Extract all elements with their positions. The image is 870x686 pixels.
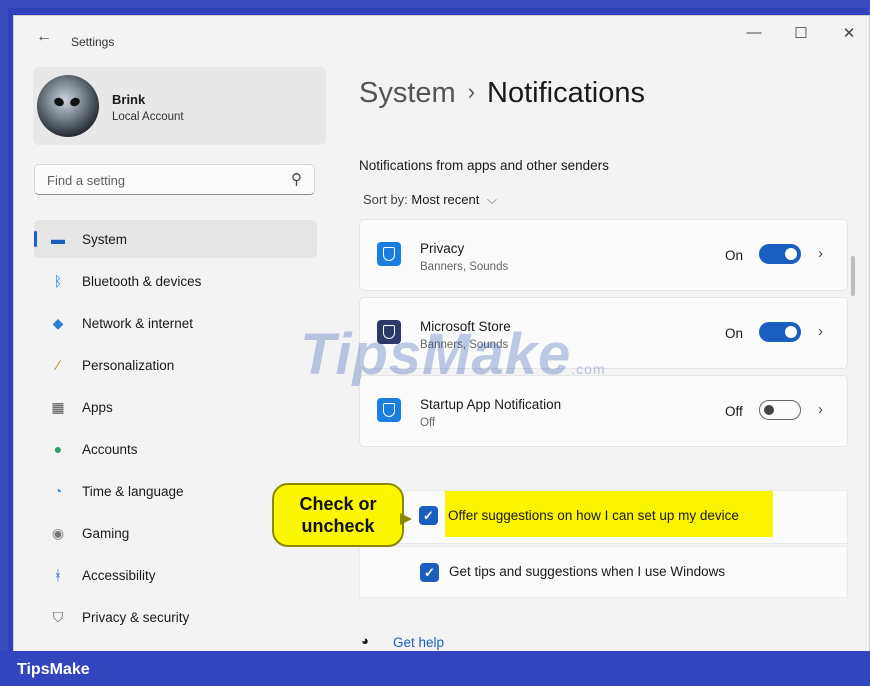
breadcrumb-parent[interactable]: System [359,77,456,109]
get-help-label: Get help [393,635,445,650]
chevron-down-icon: ⌵ [486,192,497,207]
offer-suggestions-checkbox[interactable]: ✓ [419,506,438,525]
search-placeholder: Find a setting [47,173,126,188]
app-name: Startup App Notification [420,397,562,412]
privacy-shield-icon [377,242,401,266]
sidebar-item-accessibility[interactable]: ᚼ Accessibility [34,556,317,598]
sort-value: Most recent [411,192,480,207]
watermark-suffix: .com [571,361,606,377]
toggle-state-label: On [725,248,744,263]
sidebar-item-network-internet[interactable]: ◆ Network & internet [34,304,317,346]
bluetooth-icon: ᛒ [53,273,63,289]
brush-icon: ∕ [56,357,60,373]
notification-toggle[interactable] [759,244,801,264]
sidebar-item-label: Accounts [82,442,138,457]
toggle-state-label: Off [725,404,743,419]
settings-window: ← Settings — ☐ ✕ Brink Local Account Fin… [13,15,870,653]
search-input[interactable]: Find a setting ⚲ [34,164,315,195]
chevron-right-icon[interactable]: › [818,245,823,262]
callout-bubble: Check or uncheck [272,483,404,547]
account-card[interactable]: Brink Local Account [33,67,326,145]
toggle-state-label: On [725,326,744,341]
callout-line-1: Check or [299,494,377,514]
callout-line-2: uncheck [301,516,375,536]
gaming-icon: ◉ [51,525,65,541]
sort-label: Sort by: [363,192,408,207]
shield-icon: ⛉ [52,609,64,625]
breadcrumb: System › Notifications [359,77,645,110]
apps-icon: ▦ [51,399,65,415]
sidebar-item-label: Personalization [82,358,175,373]
sidebar-item-label: Bluetooth & devices [82,274,202,289]
scrollbar[interactable] [851,256,855,296]
sidebar-item-accounts[interactable]: ● Accounts [34,430,317,472]
offer-suggestions-label: Offer suggestions on how I can set up my… [448,508,739,523]
footer-brand: TipsMake [17,661,90,678]
selected-highlight [34,220,317,258]
footer-banner: TipsMake [0,651,870,686]
notification-toggle[interactable] [759,400,801,420]
back-arrow-icon[interactable]: ← [36,28,52,46]
selection-indicator [34,231,37,247]
accessibility-icon: ᚼ [53,567,63,583]
avatar [37,75,99,137]
offer-suggestions-setting: ✓ Offer suggestions on how I can set up … [359,490,848,544]
section-heading: Notifications from apps and other sender… [359,158,609,173]
startup-app-icon [377,398,401,422]
breadcrumb-separator: › [467,79,476,104]
app-subtitle: Off [420,417,436,429]
watermark-text: TipsMake [300,322,572,387]
app-name: Privacy [420,241,465,256]
sidebar-item-label: Privacy & security [82,610,190,625]
accounts-icon: ● [53,441,63,457]
app-icon-glyph [383,247,395,261]
callout-pointer [400,513,412,525]
sidebar-item-privacy-security[interactable]: ⛉ Privacy & security [34,598,317,640]
sidebar-item-label: Gaming [82,526,130,541]
account-name: Brink [112,92,146,107]
title-bar: ← Settings — ☐ ✕ [14,16,869,60]
window-title: Settings [71,35,115,49]
minimize-button[interactable]: — [740,24,768,48]
sidebar-item-label: Apps [82,400,113,415]
search-icon: ⚲ [291,171,302,188]
app-icon-glyph [383,403,395,417]
network-icon: ◆ [52,315,64,331]
sidebar-item-label: Time & language [82,484,184,499]
time-language-icon: ◔ [53,483,63,499]
app-subtitle: Banners, Sounds [420,261,509,273]
page-title: Notifications [487,77,645,109]
sidebar-item-label: Network & internet [82,316,194,331]
notification-toggle[interactable] [759,322,801,342]
chevron-right-icon[interactable]: › [818,323,823,340]
help-icon: ◕ [361,633,369,648]
tips-suggestions-label: Get tips and suggestions when I use Wind… [449,564,726,579]
watermark: TipsMake.com [300,321,606,388]
system-icon: ▬ [51,231,65,247]
chevron-right-icon[interactable]: › [818,401,823,418]
sidebar-item-apps[interactable]: ▦ Apps [34,388,317,430]
maximize-button[interactable]: ☐ [787,24,815,48]
tips-suggestions-row: ✓ Get tips and suggestions when I use Wi… [359,546,848,598]
sidebar-item-bluetooth-devices[interactable]: ᛒ Bluetooth & devices [34,262,317,304]
sidebar-item-label: Accessibility [82,568,156,583]
account-type: Local Account [112,111,184,123]
sidebar-nav: ▬ System ᛒ Bluetooth & devices ◆ Network & in… [34,220,317,640]
sidebar-item-system[interactable]: ▬ System [34,220,317,262]
app-notification-card[interactable]: Privacy Banners, Sounds On › [359,219,848,291]
sidebar-item-label: System [82,232,128,247]
sidebar-item-personalization[interactable]: ∕ Personalization [34,346,317,388]
close-button[interactable]: ✕ [835,24,863,48]
sort-dropdown[interactable]: Sort by: Most recent ⌵ [363,192,497,208]
tips-suggestions-checkbox[interactable]: ✓ [420,563,439,582]
